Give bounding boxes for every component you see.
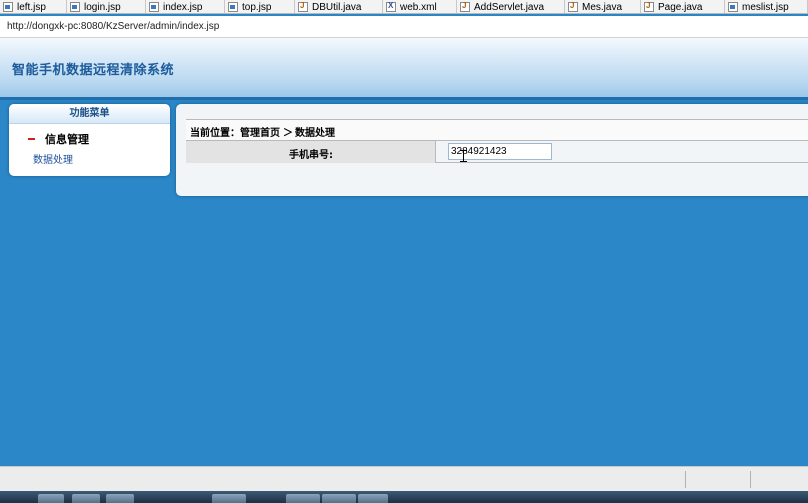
status-divider bbox=[685, 471, 686, 488]
header-banner: 智能手机数据远程清除系统 bbox=[0, 38, 808, 100]
java-file-icon bbox=[568, 1, 578, 12]
menu-group-label[interactable]: 信息管理 bbox=[45, 131, 89, 147]
breadcrumb-separator: ＞ bbox=[283, 128, 293, 139]
editor-tab-top-jsp[interactable]: top.jsp bbox=[225, 0, 295, 13]
editor-tab-label: left.jsp bbox=[17, 1, 46, 13]
function-menu-panel: 功能菜单 信息管理 数据处理 bbox=[9, 104, 170, 176]
java-file-icon bbox=[460, 1, 470, 12]
java-file-icon bbox=[298, 1, 308, 12]
jsp-file-icon bbox=[3, 2, 13, 12]
breadcrumb-prefix: 当前位置：管理首页 bbox=[190, 128, 280, 139]
taskbar-app-icon[interactable] bbox=[286, 494, 320, 503]
menu-group-info-management[interactable]: 信息管理 bbox=[28, 131, 89, 147]
editor-tab-web-xml[interactable]: web.xml bbox=[383, 0, 457, 13]
jsp-file-icon bbox=[228, 2, 238, 12]
editor-tab-label: index.jsp bbox=[163, 1, 203, 13]
collapse-marker-icon[interactable] bbox=[28, 138, 35, 140]
taskbar bbox=[0, 491, 808, 503]
xml-file-icon bbox=[386, 1, 396, 12]
breadcrumb: 当前位置：管理首页 ＞ 数据处理 bbox=[186, 119, 808, 141]
taskbar-app-icon[interactable] bbox=[106, 494, 134, 503]
taskbar-app-icon[interactable] bbox=[322, 494, 356, 503]
breadcrumb-current: 数据处理 bbox=[295, 128, 335, 139]
phone-serial-label-cell: 手机串号: bbox=[186, 141, 436, 163]
function-menu-heading: 功能菜单 bbox=[9, 104, 170, 124]
editor-tab-strip: left.jsp login.jsp index.jsp top.jsp DBU… bbox=[0, 0, 808, 14]
address-url[interactable]: http://dongxk-pc:8080/KzServer/admin/ind… bbox=[7, 21, 219, 32]
editor-tab-index-jsp[interactable]: index.jsp bbox=[146, 0, 225, 13]
editor-tab-label: login.jsp bbox=[84, 1, 121, 13]
editor-tab-label: meslist.jsp bbox=[742, 1, 789, 13]
editor-tab-mes-java[interactable]: Mes.java bbox=[565, 0, 641, 13]
editor-tab-label: web.xml bbox=[400, 1, 437, 13]
editor-tab-label: AddServlet.java bbox=[474, 1, 545, 13]
status-divider bbox=[750, 471, 751, 488]
taskbar-app-icon[interactable] bbox=[212, 494, 246, 503]
status-bar bbox=[0, 466, 808, 491]
content-panel: 当前位置：管理首页 ＞ 数据处理 手机串号: bbox=[176, 104, 808, 196]
editor-tab-page-java[interactable]: Page.java bbox=[641, 0, 725, 13]
browser-window: left.jsp login.jsp index.jsp top.jsp DBU… bbox=[0, 0, 808, 503]
phone-serial-label: 手机串号: bbox=[289, 150, 333, 161]
editor-tab-label: DBUtil.java bbox=[312, 1, 362, 13]
java-file-icon bbox=[644, 1, 654, 12]
jsp-file-icon bbox=[70, 2, 80, 12]
editor-tab-login-jsp[interactable]: login.jsp bbox=[67, 0, 146, 13]
editor-tab-label: Mes.java bbox=[582, 1, 623, 13]
editor-tab-left-jsp[interactable]: left.jsp bbox=[0, 0, 67, 13]
taskbar-app-icon[interactable] bbox=[38, 494, 64, 503]
phone-serial-row: 手机串号: bbox=[186, 141, 808, 163]
editor-tab-label: Page.java bbox=[658, 1, 703, 13]
address-bar[interactable]: http://dongxk-pc:8080/KzServer/admin/ind… bbox=[0, 16, 808, 38]
menu-item-data-processing[interactable]: 数据处理 bbox=[33, 151, 73, 166]
editor-tab-addservlet-java[interactable]: AddServlet.java bbox=[457, 0, 565, 13]
system-title: 智能手机数据远程清除系统 bbox=[12, 63, 175, 78]
editor-tab-dbutil-java[interactable]: DBUtil.java bbox=[295, 0, 383, 13]
jsp-file-icon bbox=[149, 2, 159, 12]
editor-tab-label: top.jsp bbox=[242, 1, 272, 13]
taskbar-app-icon[interactable] bbox=[358, 494, 388, 503]
jsp-file-icon bbox=[728, 2, 738, 12]
taskbar-app-icon[interactable] bbox=[72, 494, 100, 503]
editor-tab-meslist-jsp[interactable]: meslist.jsp bbox=[725, 0, 808, 13]
text-cursor-icon bbox=[460, 150, 467, 162]
